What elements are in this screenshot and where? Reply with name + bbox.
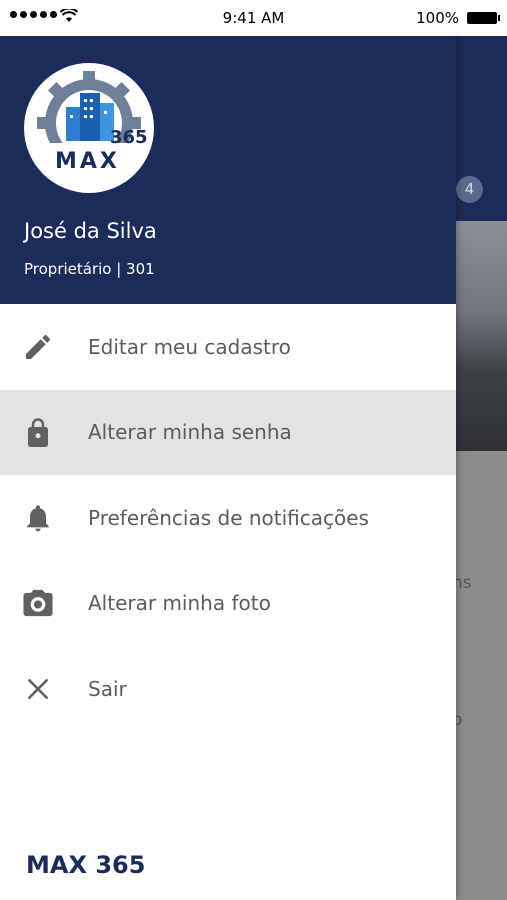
menu-item-label: Sair — [88, 676, 127, 701]
menu-item-edit-profile[interactable]: Editar meu cadastro — [0, 304, 456, 390]
battery-percentage: 100% — [416, 9, 459, 27]
status-bar: 9:41 AM 100% — [0, 0, 507, 36]
max365-logo: MAX 365 — [24, 63, 154, 193]
background-screen: 4 ns o — [452, 36, 507, 900]
svg-text:MAX: MAX — [55, 149, 120, 174]
user-name: José da Silva — [24, 219, 157, 243]
pencil-icon — [20, 329, 56, 365]
close-icon — [20, 671, 56, 707]
menu-item-label: Editar meu cadastro — [88, 334, 291, 359]
menu-item-notification-preferences[interactable]: Preferências de notificações — [0, 475, 456, 561]
drawer-menu: Editar meu cadastro Alterar minha senha … — [0, 304, 456, 732]
lock-icon — [20, 414, 56, 450]
bell-icon — [20, 500, 56, 536]
menu-item-logout[interactable]: Sair — [0, 646, 456, 732]
menu-item-label: Alterar minha foto — [88, 591, 271, 616]
footer-brand: MAX 365 — [26, 851, 146, 879]
background-body — [456, 451, 507, 900]
camera-icon — [20, 585, 56, 621]
drawer-header: MAX 365 José da Silva Proprietário | 301 — [0, 36, 456, 304]
menu-item-label: Alterar minha senha — [88, 420, 292, 445]
menu-item-change-photo[interactable]: Alterar minha foto — [0, 561, 456, 647]
svg-text:365: 365 — [110, 127, 148, 148]
user-role: Proprietário | 301 — [24, 260, 155, 278]
background-photo — [456, 221, 507, 451]
battery-icon — [467, 12, 500, 24]
background-badge: 4 — [456, 176, 483, 203]
navigation-drawer: MAX 365 José da Silva Proprietário | 301… — [0, 36, 456, 900]
menu-item-change-password[interactable]: Alterar minha senha — [0, 389, 456, 475]
menu-item-label: Preferências de notificações — [88, 505, 369, 530]
